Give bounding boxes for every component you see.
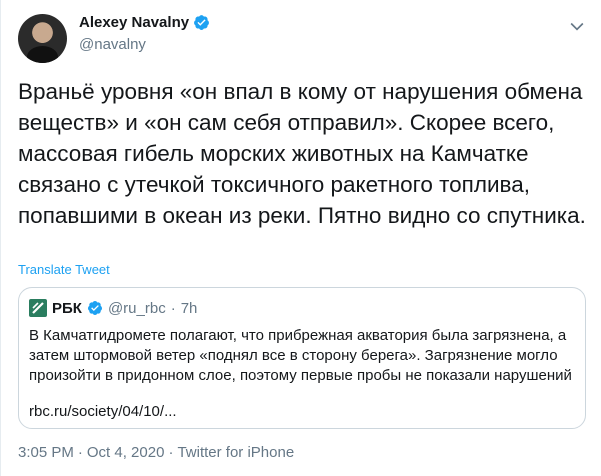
verified-badge-icon <box>194 15 210 30</box>
verified-badge-icon <box>87 301 102 315</box>
quoted-tweet-header: РБК @ru_rbc · 7h <box>29 299 197 317</box>
quoted-author-handle: @ru_rbc <box>107 299 166 317</box>
tweet-time[interactable]: 3:05 PM <box>18 444 74 461</box>
tweet-metadata: 3:05 PM · Oct 4, 2020 · Twitter for iPho… <box>18 444 294 461</box>
tweet-date[interactable]: Oct 4, 2020 <box>87 444 165 461</box>
meta-separator: · <box>77 444 83 461</box>
quoted-tweet-text: В Камчатгидромете полагают, что прибрежн… <box>29 327 572 384</box>
quoted-author-name: РБК <box>52 299 82 317</box>
author-name-row[interactable]: Alexey Navalny <box>79 14 210 31</box>
quoted-tweet-link[interactable]: rbc.ru/society/04/10/... <box>29 403 177 420</box>
quoted-timestamp: 7h <box>180 299 198 317</box>
quoted-separator: · <box>170 299 176 317</box>
chevron-down-icon[interactable] <box>567 16 587 36</box>
translate-tweet-link[interactable]: Translate Tweet <box>18 262 110 277</box>
tweet-card: Alexey Navalny @navalny Враньё уровня «о… <box>0 0 601 476</box>
tweet-text: Враньё уровня «он впал в кому от нарушен… <box>18 79 586 228</box>
rbc-logo-icon <box>29 299 47 317</box>
avatar[interactable] <box>18 14 67 63</box>
quoted-tweet[interactable]: РБК @ru_rbc · 7h В Камчатгидромете полаг… <box>18 287 586 429</box>
author-display-name[interactable]: Alexey Navalny <box>79 14 189 31</box>
tweet-source[interactable]: Twitter for iPhone <box>177 444 294 461</box>
meta-separator: · <box>168 444 174 461</box>
author-handle[interactable]: @navalny <box>79 36 146 53</box>
